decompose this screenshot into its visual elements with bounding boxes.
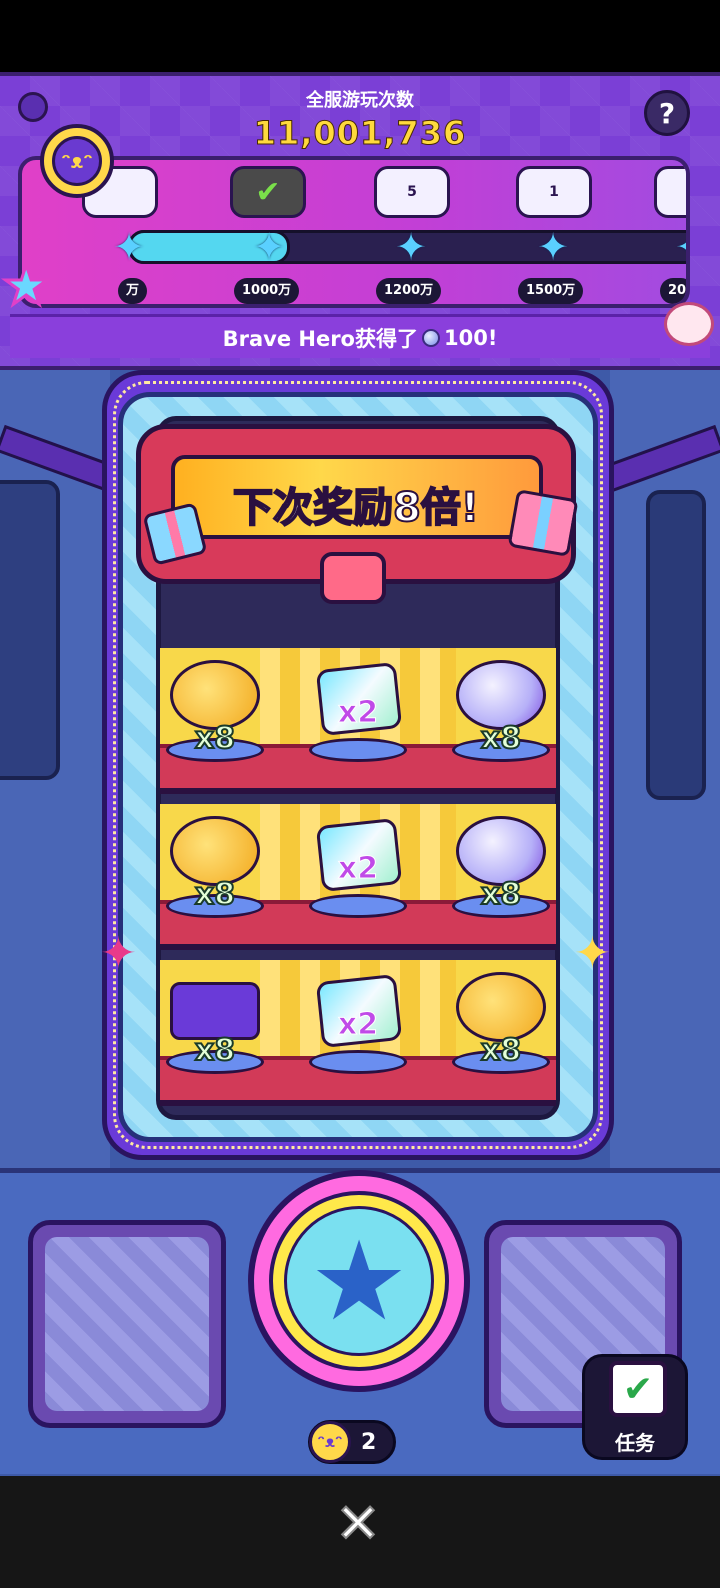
prize-slot-right: x8 — [446, 968, 556, 1078]
token-count: 2 — [361, 1429, 377, 1455]
sparkle-icon: ✦ — [574, 928, 611, 979]
quest-label: 任务 — [615, 1431, 655, 1455]
close-button[interactable]: ✕ — [330, 1495, 386, 1553]
side-window-left — [28, 1220, 226, 1428]
pedestal — [309, 738, 407, 762]
prize-slot-left: x8 — [160, 656, 270, 766]
play-button-ring: ★ — [269, 1191, 449, 1371]
prize-shelf-1: x8 x2 x8 — [160, 648, 556, 794]
multiplier-label: x8 — [480, 720, 522, 757]
gacha-capsule-icon — [456, 660, 546, 730]
window-glass — [45, 1237, 209, 1411]
gem-icon — [421, 328, 440, 347]
milestone-label: 1200万 — [376, 278, 442, 304]
multiplier-label: x8 — [480, 876, 522, 913]
prize-shelf-3: x8 x2 x8 — [160, 960, 556, 1106]
gacha-capsule-icon — [456, 816, 546, 886]
pet-decoration-icon — [664, 302, 714, 346]
prize-slot-left: x8 — [160, 812, 270, 922]
star-icon: ★ — [284, 1206, 434, 1356]
milestone-star-icon: ✦ — [672, 228, 686, 266]
quest-button[interactable]: ✔ 任务 — [582, 1354, 688, 1460]
multiplier-label: x2 — [337, 1007, 379, 1043]
side-panel-left — [0, 480, 60, 780]
prize-slot-left: x8 — [160, 968, 270, 1078]
play-button[interactable]: ★ — [248, 1170, 470, 1392]
multiplier-label: x2 — [337, 851, 379, 887]
milestone-label: 万 — [118, 278, 148, 304]
cat-token-icon: ᵔᴥᵔ — [309, 1421, 351, 1463]
star-decoration-icon: ★ — [0, 253, 51, 319]
reward-icon-shop-stall[interactable]: 1 — [516, 166, 592, 218]
cat-face-icon: ᵔᴥᵔ — [52, 136, 102, 186]
milestone-label: 20 — [660, 278, 686, 304]
prize-slot-right: x8 — [446, 656, 556, 766]
coin-pile-icon — [170, 660, 260, 730]
multiplier-label: x2 — [337, 695, 379, 731]
sparkle-icon: ✦ — [100, 928, 137, 979]
prize-shelf-2: x8 x2 x8 — [160, 804, 556, 950]
game-screen: ? 全服游玩次数 11,001,736 ✔ 5 1 ? ✦ ✦ ✦ ✦ ✦ 万 … — [0, 0, 720, 1588]
pedestal — [309, 1050, 407, 1074]
prize-slot-center: x2 — [303, 812, 413, 922]
milestone-label: 1500万 — [518, 278, 584, 304]
milestone-star-icon: ✦ — [395, 225, 427, 269]
milestone-star-icon: ✦ — [537, 225, 569, 269]
multiplier-label: x8 — [480, 1032, 522, 1069]
pet-pack-icon — [170, 982, 260, 1040]
broadcast-amount: 100! — [443, 325, 498, 350]
token-counter: ᵔᴥᵔ 2 — [308, 1420, 396, 1464]
reward-icon-checkmark[interactable]: ✔ — [230, 166, 306, 218]
pedestal — [309, 894, 407, 918]
coin-pile-icon — [170, 816, 260, 886]
global-progress-panel: ? 全服游玩次数 11,001,736 ✔ 5 1 ? ✦ ✦ ✦ ✦ ✦ 万 … — [0, 72, 720, 370]
milestone-track[interactable]: ✔ 5 1 ? ✦ ✦ ✦ ✦ ✦ 万 1000万 1200万 1500万 20 — [18, 156, 690, 308]
player-token-badge: ᵔᴥᵔ — [40, 124, 114, 198]
multiplier-label: x8 — [194, 720, 236, 757]
side-panel-right — [646, 490, 706, 800]
gift-box-icon — [507, 489, 579, 557]
milestone-star-icon: ✦ — [113, 225, 145, 269]
bonus-banner-text: 下次奖励8倍! — [232, 484, 480, 532]
prize-slot-right: x8 — [446, 812, 556, 922]
reward-icon-mystery-card[interactable]: ? — [654, 166, 686, 218]
multiplier-label: x8 — [194, 876, 236, 913]
coin-pile-icon — [456, 972, 546, 1042]
clipboard-check-icon: ✔ — [609, 1361, 667, 1417]
prize-slot-center: x2 — [303, 656, 413, 766]
milestone-star-icon: ✦ — [253, 225, 285, 269]
prize-slot-center: x2 — [303, 968, 413, 1078]
multiplier-label: x8 — [194, 1032, 236, 1069]
reward-icon-gacha-capsules[interactable]: 5 — [374, 166, 450, 218]
reward-broadcast: Brave Hero获得了 100! — [10, 314, 710, 358]
banner-pointer — [320, 552, 386, 604]
server-plays-title: 全服游玩次数 — [306, 90, 414, 111]
broadcast-prefix: Brave Hero获得了 — [222, 326, 418, 351]
milestone-label: 1000万 — [234, 278, 300, 304]
